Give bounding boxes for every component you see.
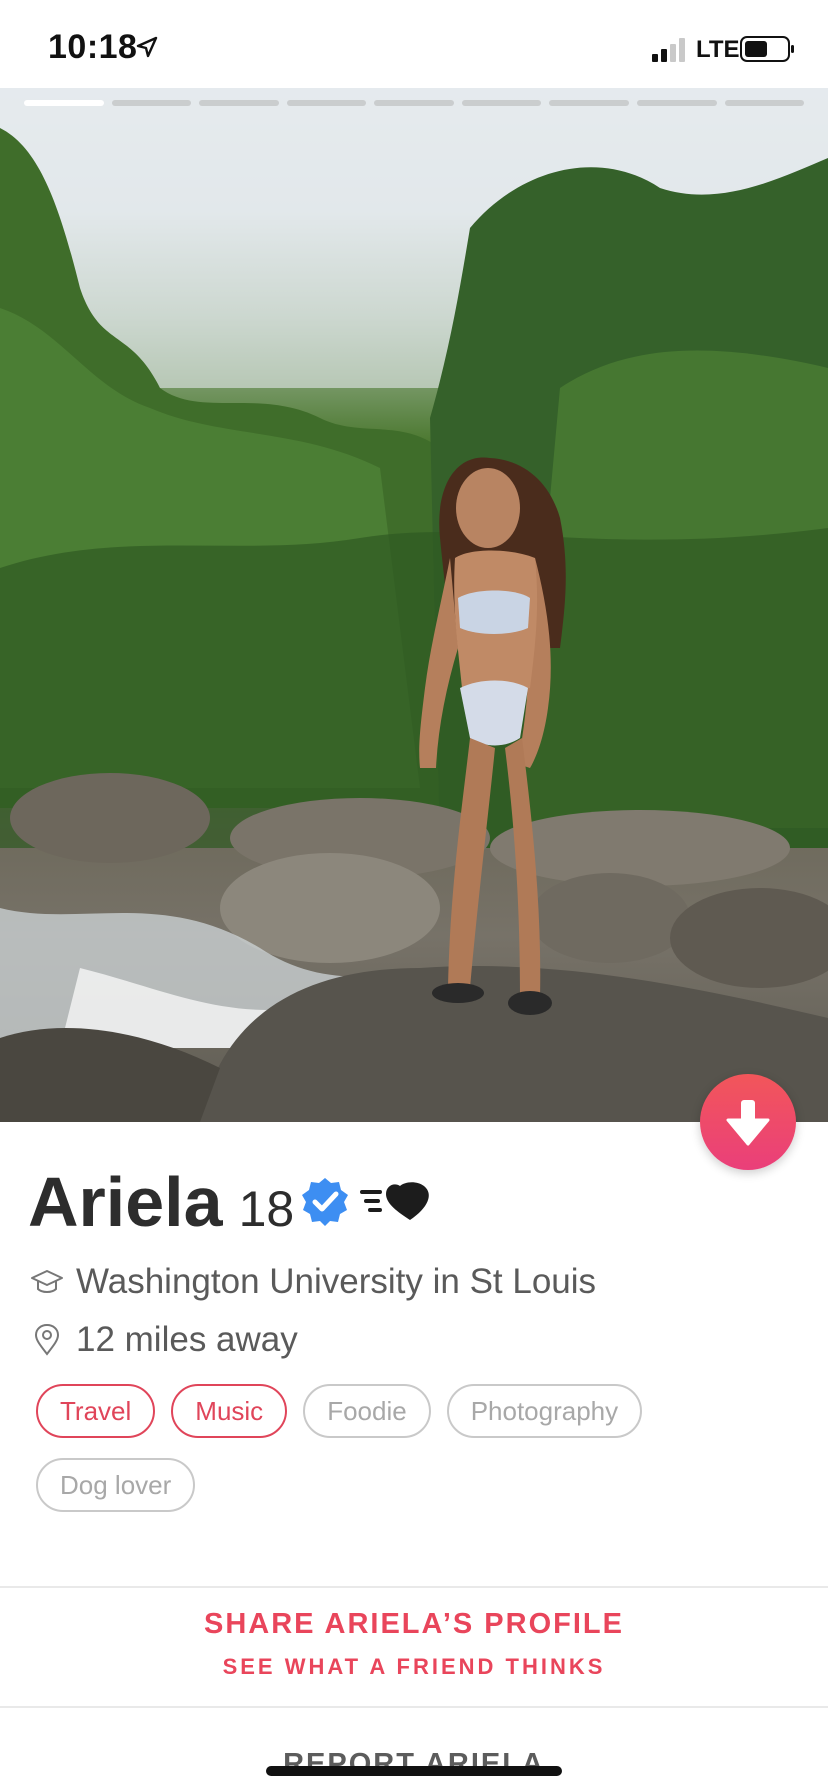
interest-tag: Foodie: [303, 1384, 431, 1438]
status-time: 10:18: [48, 28, 138, 66]
photo-indicator-segment[interactable]: [636, 100, 717, 106]
interest-tag: Dog lover: [36, 1458, 196, 1512]
school-row: Washington University in St Louis: [30, 1262, 596, 1302]
photo-indicator-segment[interactable]: [111, 100, 192, 106]
photo-indicator-segment[interactable]: [374, 100, 454, 106]
location-pin-icon: [34, 1323, 60, 1356]
battery-icon: [740, 36, 794, 62]
profile-photo[interactable]: [0, 88, 828, 1122]
network-type: LTE: [696, 36, 740, 63]
share-profile-button[interactable]: SHARE ARIELA’S PROFILE: [0, 1608, 828, 1641]
profile-name: Ariela: [28, 1163, 223, 1241]
arrow-down-icon: [726, 1100, 770, 1146]
photo-indicator-segment[interactable]: [724, 100, 805, 106]
distance-text: 12 miles away: [76, 1320, 298, 1359]
interest-tag: Music: [171, 1384, 288, 1438]
collapse-profile-button[interactable]: [700, 1074, 796, 1170]
interest-tag: Travel: [36, 1384, 156, 1438]
profile-age: 18: [238, 1181, 295, 1237]
divider: [0, 1706, 828, 1708]
location-arrow-icon: [136, 36, 158, 58]
distance-row: 12 miles away: [30, 1320, 298, 1360]
photo-scene: [0, 88, 828, 1122]
divider: [0, 1586, 828, 1588]
report-button[interactable]: REPORT ARIELA: [0, 1748, 828, 1781]
photo-indicator-segment[interactable]: [24, 100, 104, 106]
school-text: Washington University in St Louis: [76, 1262, 597, 1301]
share-profile-subtitle: SEE WHAT A FRIEND THINKS: [222, 1654, 606, 1679]
photo-indicator-segment[interactable]: [461, 100, 542, 106]
home-indicator: [266, 1766, 562, 1776]
name-row: Ariela 18: [28, 1162, 294, 1252]
photo-indicator-segment[interactable]: [286, 100, 367, 106]
photo-progress: [24, 100, 805, 106]
verified-badge-icon[interactable]: [300, 1176, 350, 1226]
photo-indicator-segment[interactable]: [549, 100, 629, 106]
graduation-cap-icon: [31, 1270, 63, 1293]
interest-tags: Travel Music Foodie Photography Dog lover: [36, 1384, 796, 1512]
interest-tag: Photography: [446, 1384, 643, 1438]
heart-speed-icon: [360, 1182, 429, 1220]
status-bar: 10:18 LTE: [0, 0, 828, 88]
signal-icon: [652, 38, 685, 62]
photo-indicator-segment[interactable]: [199, 100, 279, 106]
